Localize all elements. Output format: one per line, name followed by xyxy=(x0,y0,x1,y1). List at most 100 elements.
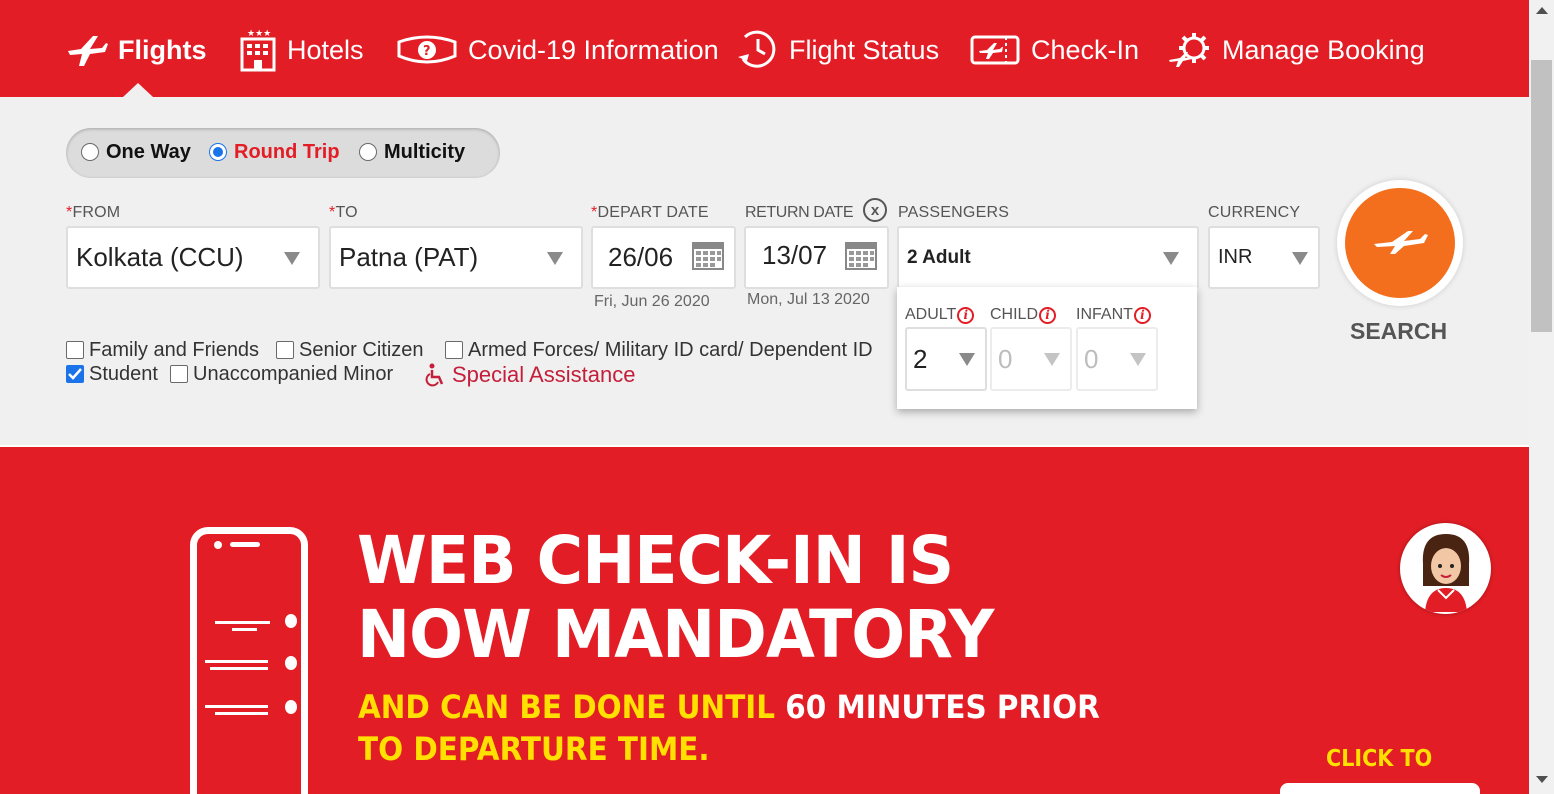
phone-line xyxy=(215,712,268,715)
chevron-down-icon xyxy=(547,251,563,265)
infant-label: INFANT i xyxy=(1076,306,1151,324)
senior-citizen-checkbox[interactable] xyxy=(276,341,294,359)
nav-covid[interactable]: ? Covid-19 Information xyxy=(396,28,719,72)
child-label: CHILD i xyxy=(990,306,1057,324)
round-trip-label: Round Trip xyxy=(234,140,340,163)
from-value: Kolkata (CCU) xyxy=(76,242,244,272)
top-navigation: Flights ★★★ Hotels ? Covid-19 Informatio… xyxy=(0,0,1529,97)
nav-flight-status-label: Flight Status xyxy=(789,34,940,65)
clock-plane-icon xyxy=(737,29,779,71)
ticket-icon xyxy=(969,32,1021,68)
adult-select[interactable]: 2 xyxy=(905,327,987,391)
phone-line xyxy=(215,621,270,624)
to-select[interactable]: Patna (PAT) xyxy=(329,226,583,289)
nav-hotels[interactable]: ★★★ Hotels xyxy=(239,28,364,72)
banner-subline-1: AND CAN BE DONE UNTIL 60 MINUTES PRIOR xyxy=(358,688,1100,726)
depart-date-label: *DEPART DATE xyxy=(591,204,709,221)
armed-forces-option[interactable]: Armed Forces/ Military ID card/ Dependen… xyxy=(445,339,873,361)
student-checkbox[interactable] xyxy=(66,365,84,383)
infant-value: 0 xyxy=(1084,343,1099,374)
chevron-down-icon xyxy=(1130,353,1146,366)
from-label: *FROM xyxy=(66,204,121,221)
svg-text:?: ? xyxy=(423,44,431,59)
unaccompanied-minor-checkbox[interactable] xyxy=(170,365,188,383)
return-date-value: 13/07 xyxy=(762,240,828,270)
multicity-label: Multicity xyxy=(384,140,466,163)
nav-flight-status[interactable]: Flight Status xyxy=(737,28,939,72)
one-way-label: One Way xyxy=(106,140,191,163)
armed-forces-checkbox[interactable] xyxy=(445,341,463,359)
passengers-value: 2 Adult xyxy=(907,246,971,268)
nav-flights-label: Flights xyxy=(118,34,207,65)
phone-camera xyxy=(214,541,222,549)
special-assistance-link[interactable]: Special Assistance xyxy=(424,362,635,388)
phone-dot xyxy=(285,614,297,628)
phone-speaker xyxy=(230,542,260,547)
search-button[interactable] xyxy=(1337,180,1463,306)
search-button-circle xyxy=(1345,188,1455,298)
trip-round-trip[interactable]: Round Trip xyxy=(209,140,340,164)
chevron-down-icon xyxy=(1044,353,1060,366)
trip-multicity[interactable]: Multicity xyxy=(359,140,465,164)
page: Flights ★★★ Hotels ? Covid-19 Informatio… xyxy=(0,0,1554,794)
adult-value: 2 xyxy=(913,343,928,374)
mask-icon: ? xyxy=(396,32,458,68)
one-way-radio[interactable] xyxy=(81,143,99,161)
adult-label: ADULT i xyxy=(905,306,975,324)
chevron-down-icon xyxy=(1292,251,1308,265)
info-icon[interactable]: i xyxy=(1133,306,1151,324)
scroll-up-icon[interactable] xyxy=(1536,7,1548,14)
info-icon[interactable]: i xyxy=(957,306,975,324)
scroll-thumb[interactable] xyxy=(1531,60,1552,332)
depart-date-full: Fri, Jun 26 2020 xyxy=(594,293,710,310)
calendar-icon[interactable] xyxy=(845,240,877,277)
currency-value: INR xyxy=(1218,246,1253,268)
nav-checkin[interactable]: Check-In xyxy=(969,28,1139,72)
calendar-icon[interactable] xyxy=(692,240,724,277)
round-trip-radio[interactable] xyxy=(209,143,227,161)
click-to-label[interactable]: CLICK TO xyxy=(1326,746,1432,772)
to-label: *TO xyxy=(329,204,358,221)
passengers-select[interactable]: 2 Adult xyxy=(897,226,1199,289)
multicity-radio[interactable] xyxy=(359,143,377,161)
family-friends-option[interactable]: Family and Friends xyxy=(66,339,259,361)
family-friends-checkbox[interactable] xyxy=(66,341,84,359)
chevron-down-icon xyxy=(284,251,300,265)
gear-plane-icon xyxy=(1168,30,1212,70)
senior-citizen-option[interactable]: Senior Citizen xyxy=(276,339,424,361)
scroll-down-icon[interactable] xyxy=(1536,776,1548,783)
unaccompanied-minor-option[interactable]: Unaccompanied Minor xyxy=(170,363,393,385)
depart-date-input[interactable]: 26/06 xyxy=(591,226,736,289)
to-value: Patna (PAT) xyxy=(339,242,479,272)
child-value: 0 xyxy=(998,343,1013,374)
return-date-input[interactable]: 13/07 xyxy=(744,226,889,289)
nav-manage-booking-label: Manage Booking xyxy=(1222,34,1425,65)
assistant-avatar-icon xyxy=(1422,533,1469,612)
from-select[interactable]: Kolkata (CCU) xyxy=(66,226,320,289)
trip-one-way[interactable]: One Way xyxy=(81,140,191,164)
search-label[interactable]: SEARCH xyxy=(1350,318,1447,345)
return-date-label: RETURN DATE xyxy=(745,204,854,221)
banner-headline-2: NOW MANDATORY xyxy=(357,596,994,673)
clear-return-date-button[interactable]: x xyxy=(863,198,887,222)
phone-dot xyxy=(285,656,297,670)
infant-select[interactable]: 0 xyxy=(1076,327,1158,391)
currency-select[interactable]: INR xyxy=(1208,226,1320,289)
phone-line xyxy=(210,667,268,670)
hotel-building-icon: ★★★ xyxy=(239,28,277,72)
click-to-button[interactable] xyxy=(1280,783,1480,794)
depart-date-value: 26/06 xyxy=(608,242,674,272)
nav-flights[interactable]: Flights xyxy=(66,28,207,72)
chat-assistant-avatar[interactable] xyxy=(1400,523,1491,614)
banner-headline-1: WEB CHECK-IN IS xyxy=(357,522,954,599)
info-icon[interactable]: i xyxy=(1039,306,1057,324)
nav-covid-label: Covid-19 Information xyxy=(468,34,719,65)
wheelchair-icon xyxy=(424,363,446,387)
phone-dot xyxy=(285,700,297,714)
nav-manage-booking[interactable]: Manage Booking xyxy=(1168,28,1425,72)
student-option[interactable]: Student xyxy=(66,363,158,385)
return-date-full: Mon, Jul 13 2020 xyxy=(747,291,870,308)
child-select[interactable]: 0 xyxy=(990,327,1072,391)
active-tab-caret xyxy=(123,83,153,97)
banner-subline-2: TO DEPARTURE TIME. xyxy=(358,730,710,768)
